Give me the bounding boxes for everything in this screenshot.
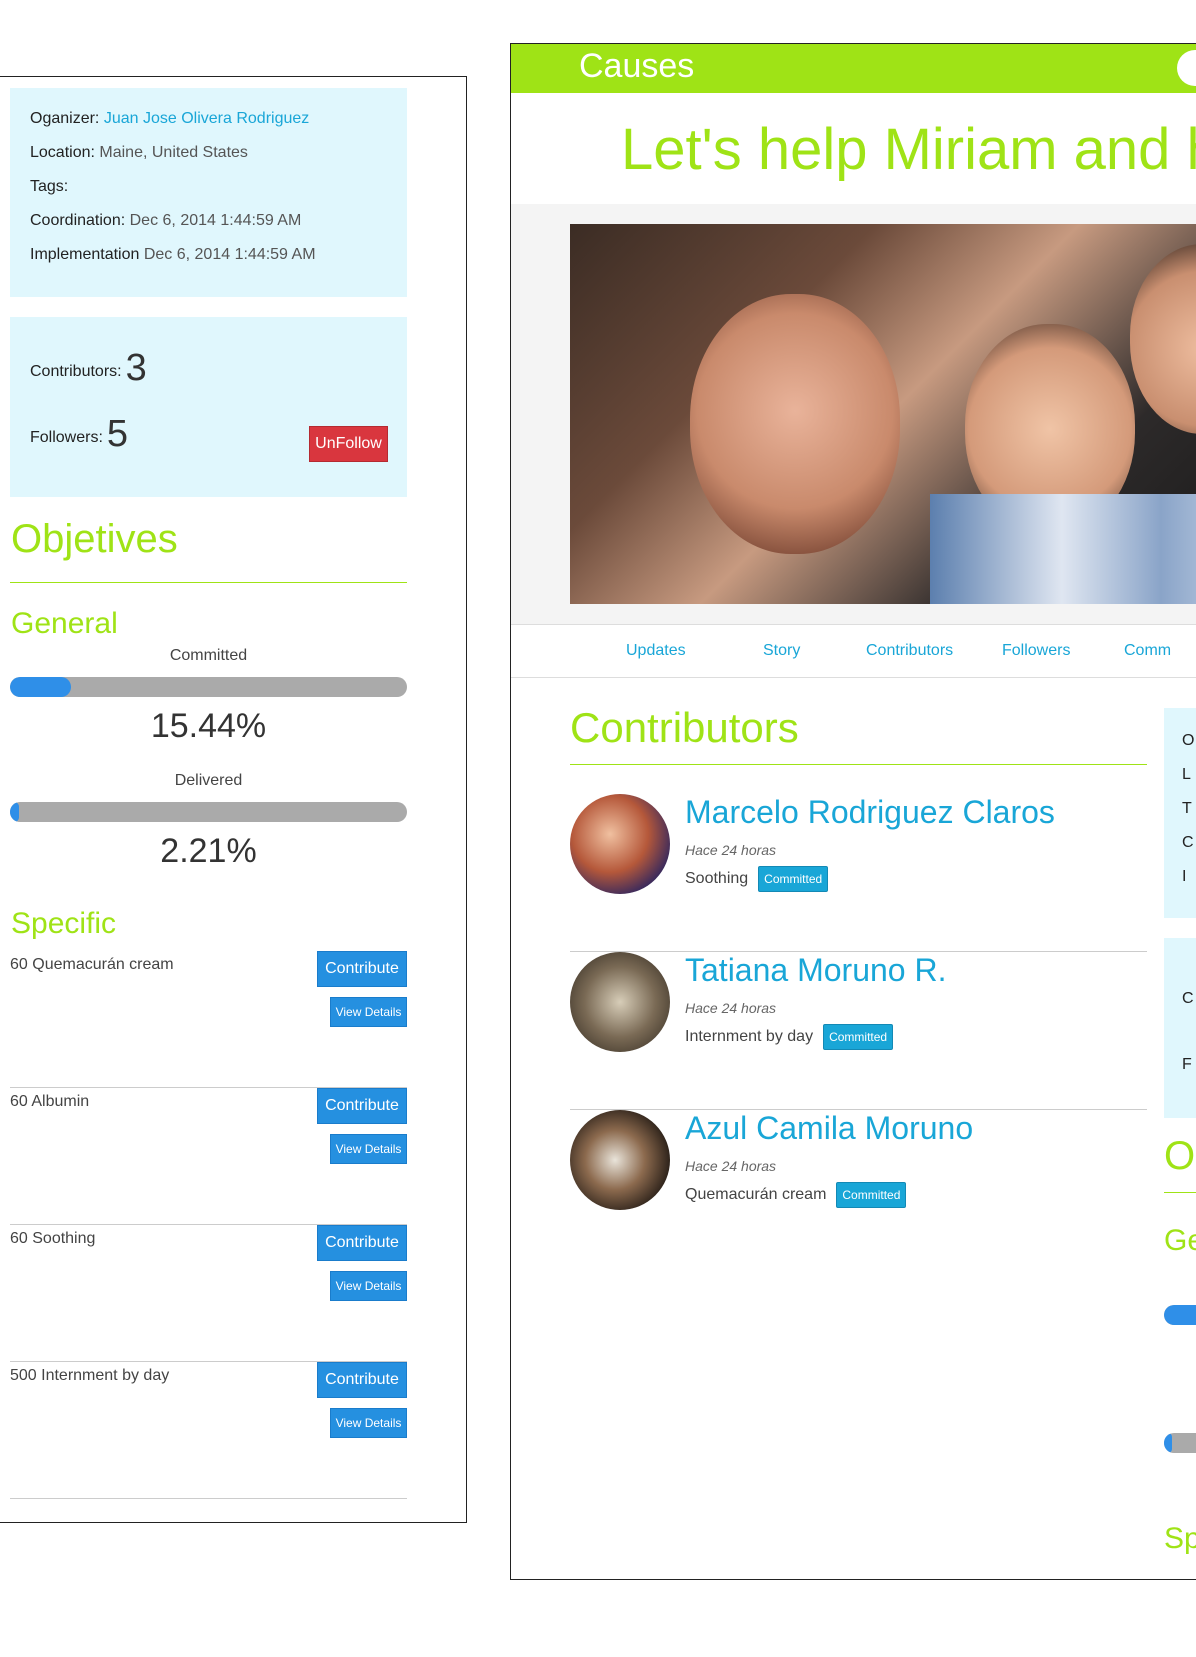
contributor-time: Hace 24 horas (685, 1000, 777, 1016)
general-heading: General (11, 607, 118, 640)
organizer-link[interactable]: Juan Jose Olivera Rodriguez (104, 110, 309, 127)
cause-sidebar-mockup: Oganizer: Juan Jose Olivera Rodriguez Lo… (0, 76, 467, 1523)
committed-progress-bar (10, 677, 407, 697)
cause-tabs: Updates Story Contributors Followers Com… (511, 624, 1196, 678)
cause-page-mockup: Causes Let's help Miriam and h Updates S… (510, 43, 1196, 1580)
delivered-progress-bar (10, 802, 407, 822)
contributor-item: Tatiana Moruno R. Hace 24 horas Internme… (570, 952, 1147, 1110)
specific-item-name: 60 Quemacurán cream (10, 956, 174, 973)
tags-row: Tags: (30, 178, 69, 195)
cause-stats-panel: Contributors: 3 Followers: 5 UnFollow (10, 317, 407, 497)
contributor-item-name: Soothing Committed (685, 866, 829, 892)
specific-heading: Specific (11, 907, 117, 940)
contributors-count: Contributors: 3 (30, 347, 147, 389)
committed-percentage: 15.44% (150, 707, 267, 745)
contributor-name[interactable]: Azul Camila Moruno (685, 1110, 973, 1147)
contributor-avatar[interactable] (570, 794, 670, 894)
contribute-button[interactable]: Contribute (317, 1088, 407, 1124)
side-stats-panel: C F (1164, 938, 1196, 1118)
tab-contributors[interactable]: Contributors (866, 642, 953, 660)
delivered-percentage: 2.21% (160, 832, 257, 870)
specific-item: 60 Soothing Contribute View Details (10, 1225, 407, 1362)
objectives-heading: Objetives (11, 517, 178, 561)
hero-section (511, 204, 1196, 624)
status-badge: Committed (823, 1024, 894, 1050)
status-badge: Committed (836, 1182, 907, 1208)
cause-hero-image (570, 224, 1196, 604)
specific-item-name: 60 Albumin (10, 1093, 90, 1110)
contributors-heading: Contributors (570, 704, 799, 751)
view-details-button[interactable]: View Details (330, 1134, 407, 1164)
contributor-item: Marcelo Rodriguez Claros Hace 24 horas S… (570, 794, 1147, 952)
view-details-button[interactable]: View Details (330, 1271, 407, 1301)
tab-updates[interactable]: Updates (626, 642, 686, 660)
user-avatar[interactable] (1177, 50, 1196, 86)
cause-info-panel: Oganizer: Juan Jose Olivera Rodriguez Lo… (10, 88, 407, 297)
objectives-divider (10, 582, 407, 583)
tab-followers[interactable]: Followers (1002, 642, 1070, 660)
contributor-item-name: Internment by day Committed (685, 1024, 894, 1050)
side-objectives-heading: O (1164, 1134, 1196, 1178)
specific-item-name: 60 Soothing (10, 1230, 96, 1247)
contributor-item-name: Quemacurán cream Committed (685, 1182, 907, 1208)
location-row: Location: Maine, United States (30, 144, 248, 161)
side-specific-heading: Sp (1164, 1522, 1196, 1555)
contributor-time: Hace 24 horas (685, 842, 777, 858)
specific-item: 60 Quemacurán cream Contribute View Deta… (10, 951, 407, 1088)
cause-title: Let's help Miriam and h (621, 117, 1196, 182)
tab-comments[interactable]: Comm (1124, 642, 1171, 660)
specific-item: 500 Internment by day Contribute View De… (10, 1362, 407, 1499)
delivered-label: Delivered (174, 772, 243, 789)
status-badge: Committed (758, 866, 829, 892)
specific-item-name: 500 Internment by day (10, 1367, 170, 1384)
contributor-name[interactable]: Marcelo Rodriguez Claros (685, 794, 1055, 831)
committed-label: Committed (169, 647, 248, 664)
contributor-time: Hace 24 horas (685, 1158, 777, 1174)
side-divider (1164, 1192, 1196, 1193)
committed-progress-fill (10, 677, 71, 697)
contribute-button[interactable]: Contribute (317, 1362, 407, 1398)
side-progress-fill-2 (1164, 1433, 1172, 1453)
photo-person-woman (690, 294, 900, 554)
brand-logo[interactable]: Causes (579, 47, 694, 86)
tab-story[interactable]: Story (763, 642, 800, 660)
contribute-button[interactable]: Contribute (317, 1225, 407, 1261)
side-progress-fill (1164, 1305, 1196, 1325)
view-details-button[interactable]: View Details (330, 997, 407, 1027)
side-info-panel: O L T C I (1164, 708, 1196, 918)
contributor-avatar[interactable] (570, 952, 670, 1052)
photo-person-teen (1130, 244, 1196, 434)
side-general-heading: Ge (1164, 1224, 1196, 1257)
side-progress-bar-2 (1164, 1433, 1196, 1453)
specific-item: 60 Albumin Contribute View Details (10, 1088, 407, 1225)
contribute-button[interactable]: Contribute (317, 951, 407, 987)
delivered-progress-fill (10, 802, 19, 822)
top-bar: Causes (511, 44, 1196, 93)
coordination-row: Coordination: Dec 6, 2014 1:44:59 AM (30, 212, 302, 229)
contributor-avatar[interactable] (570, 1110, 670, 1210)
contributor-name[interactable]: Tatiana Moruno R. (685, 952, 946, 989)
organizer-row: Oganizer: Juan Jose Olivera Rodriguez (30, 110, 310, 127)
side-progress-bar (1164, 1305, 1196, 1325)
unfollow-button[interactable]: UnFollow (309, 426, 388, 462)
followers-count: Followers: 5 (30, 413, 129, 455)
photo-shirt (930, 494, 1196, 604)
implementation-row: Implementation Dec 6, 2014 1:44:59 AM (30, 246, 316, 263)
view-details-button[interactable]: View Details (330, 1408, 407, 1438)
contributor-item: Azul Camila Moruno Hace 24 horas Quemacu… (570, 1110, 1147, 1268)
contributors-divider (570, 764, 1147, 765)
